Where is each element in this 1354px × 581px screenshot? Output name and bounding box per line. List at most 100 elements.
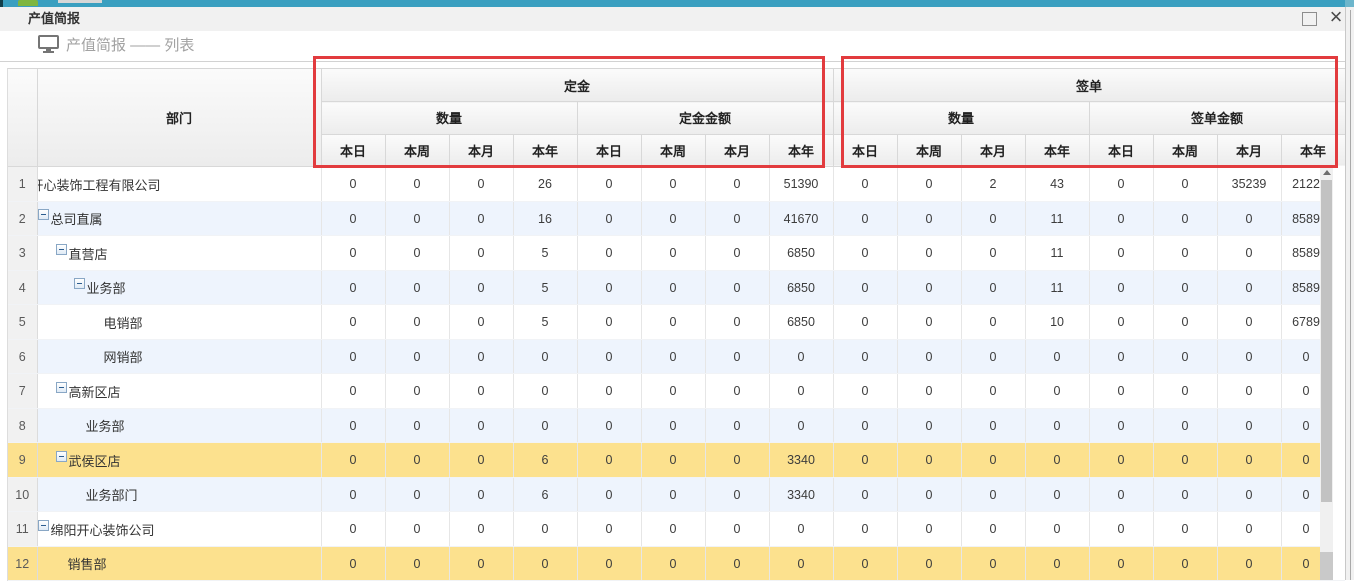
value-cell[interactable]: 0 [705, 167, 769, 202]
value-cell[interactable]: 0 [1025, 339, 1089, 374]
value-cell[interactable]: 0 [1089, 477, 1153, 512]
value-cell[interactable]: 0 [1089, 339, 1153, 374]
dept-cell[interactable]: 网销部 [37, 339, 321, 374]
value-cell[interactable]: 0 [641, 477, 705, 512]
value-cell[interactable]: 0 [577, 512, 641, 547]
value-cell[interactable]: 0 [961, 305, 1025, 340]
value-cell[interactable]: 0 [705, 236, 769, 271]
value-cell[interactable]: 0 [897, 201, 961, 236]
value-cell[interactable]: 0 [577, 236, 641, 271]
value-cell[interactable]: 0 [1217, 270, 1281, 305]
column-header-period[interactable]: 本年 [769, 134, 833, 167]
value-cell[interactable]: 0 [705, 408, 769, 443]
value-cell[interactable]: 0 [961, 201, 1025, 236]
value-cell[interactable]: 0 [385, 167, 449, 202]
value-cell[interactable]: 0 [961, 270, 1025, 305]
value-cell[interactable]: 0 [897, 167, 961, 202]
value-cell[interactable]: 0 [833, 408, 897, 443]
close-icon[interactable]: × [1325, 3, 1347, 31]
value-cell[interactable]: 0 [1089, 546, 1153, 581]
value-cell[interactable]: 0 [1153, 546, 1217, 581]
column-header-period[interactable]: 本周 [1153, 134, 1217, 167]
value-cell[interactable]: 0 [641, 339, 705, 374]
value-cell[interactable]: 0 [1025, 374, 1089, 409]
value-cell[interactable]: 0 [1153, 477, 1217, 512]
value-cell[interactable]: 0 [641, 167, 705, 202]
value-cell[interactable]: 0 [513, 546, 577, 581]
value-cell[interactable]: 0 [961, 512, 1025, 547]
value-cell[interactable]: 2 [961, 167, 1025, 202]
column-header-period[interactable]: 本年 [1281, 134, 1345, 167]
value-cell[interactable]: 41670 [769, 201, 833, 236]
value-cell[interactable]: 0 [769, 374, 833, 409]
value-cell[interactable]: 0 [321, 512, 385, 547]
value-cell[interactable]: 0 [641, 270, 705, 305]
tree-collapse-icon[interactable] [56, 451, 67, 462]
value-cell[interactable]: 0 [1089, 512, 1153, 547]
value-cell[interactable]: 0 [449, 167, 513, 202]
value-cell[interactable]: 3340 [769, 477, 833, 512]
value-cell[interactable]: 0 [897, 408, 961, 443]
value-cell[interactable]: 0 [577, 408, 641, 443]
column-header-period[interactable]: 本日 [1089, 134, 1153, 167]
value-cell[interactable]: 11 [1025, 236, 1089, 271]
value-cell[interactable]: 0 [641, 201, 705, 236]
value-cell[interactable]: 0 [449, 201, 513, 236]
value-cell[interactable]: 0 [577, 167, 641, 202]
value-cell[interactable]: 0 [449, 477, 513, 512]
value-cell[interactable]: 0 [961, 374, 1025, 409]
tree-collapse-icon[interactable] [38, 520, 49, 531]
value-cell[interactable]: 0 [513, 512, 577, 547]
value-cell[interactable]: 0 [321, 339, 385, 374]
value-cell[interactable]: 0 [577, 443, 641, 478]
value-cell[interactable]: 0 [449, 408, 513, 443]
value-cell[interactable]: 0 [897, 305, 961, 340]
value-cell[interactable]: 0 [961, 339, 1025, 374]
value-cell[interactable]: 0 [321, 477, 385, 512]
value-cell[interactable]: 0 [705, 201, 769, 236]
value-cell[interactable]: 0 [449, 512, 513, 547]
value-cell[interactable]: 0 [961, 236, 1025, 271]
value-cell[interactable]: 0 [321, 167, 385, 202]
dept-cell[interactable]: 业务部 [37, 408, 321, 443]
value-cell[interactable]: 43 [1025, 167, 1089, 202]
value-cell[interactable]: 0 [897, 236, 961, 271]
value-cell[interactable]: 0 [705, 477, 769, 512]
value-cell[interactable]: 6850 [769, 270, 833, 305]
value-cell[interactable]: 0 [385, 374, 449, 409]
value-cell[interactable]: 6 [513, 443, 577, 478]
value-cell[interactable]: 0 [641, 236, 705, 271]
value-cell[interactable]: 0 [1025, 512, 1089, 547]
value-cell[interactable]: 0 [1153, 305, 1217, 340]
value-cell[interactable]: 0 [449, 270, 513, 305]
value-cell[interactable]: 0 [321, 546, 385, 581]
value-cell[interactable]: 0 [1089, 236, 1153, 271]
value-cell[interactable]: 0 [449, 339, 513, 374]
dept-cell[interactable]: 开心装饰工程有限公司 [37, 167, 321, 202]
value-cell[interactable]: 0 [1025, 477, 1089, 512]
value-cell[interactable]: 0 [1153, 374, 1217, 409]
value-cell[interactable]: 0 [1153, 270, 1217, 305]
value-cell[interactable]: 0 [321, 443, 385, 478]
value-cell[interactable]: 0 [705, 512, 769, 547]
scrollbar-up-arrow-icon[interactable] [1320, 166, 1333, 179]
value-cell[interactable]: 0 [449, 546, 513, 581]
dept-cell[interactable]: 高新区店 [37, 374, 321, 409]
column-header-period[interactable]: 本年 [1025, 134, 1089, 167]
value-cell[interactable]: 0 [321, 270, 385, 305]
value-cell[interactable]: 0 [641, 408, 705, 443]
value-cell[interactable]: 0 [1089, 167, 1153, 202]
value-cell[interactable]: 0 [961, 477, 1025, 512]
value-cell[interactable]: 16 [513, 201, 577, 236]
vertical-scrollbar[interactable] [1320, 166, 1333, 580]
value-cell[interactable]: 0 [641, 512, 705, 547]
value-cell[interactable]: 0 [641, 305, 705, 340]
column-header-period[interactable]: 本周 [641, 134, 705, 167]
value-cell[interactable]: 0 [449, 305, 513, 340]
tree-collapse-icon[interactable] [56, 244, 67, 255]
value-cell[interactable]: 0 [577, 477, 641, 512]
value-cell[interactable]: 0 [961, 443, 1025, 478]
value-cell[interactable]: 0 [1217, 512, 1281, 547]
scrollbar-bottom-segment[interactable] [1320, 552, 1333, 580]
value-cell[interactable]: 0 [1089, 408, 1153, 443]
